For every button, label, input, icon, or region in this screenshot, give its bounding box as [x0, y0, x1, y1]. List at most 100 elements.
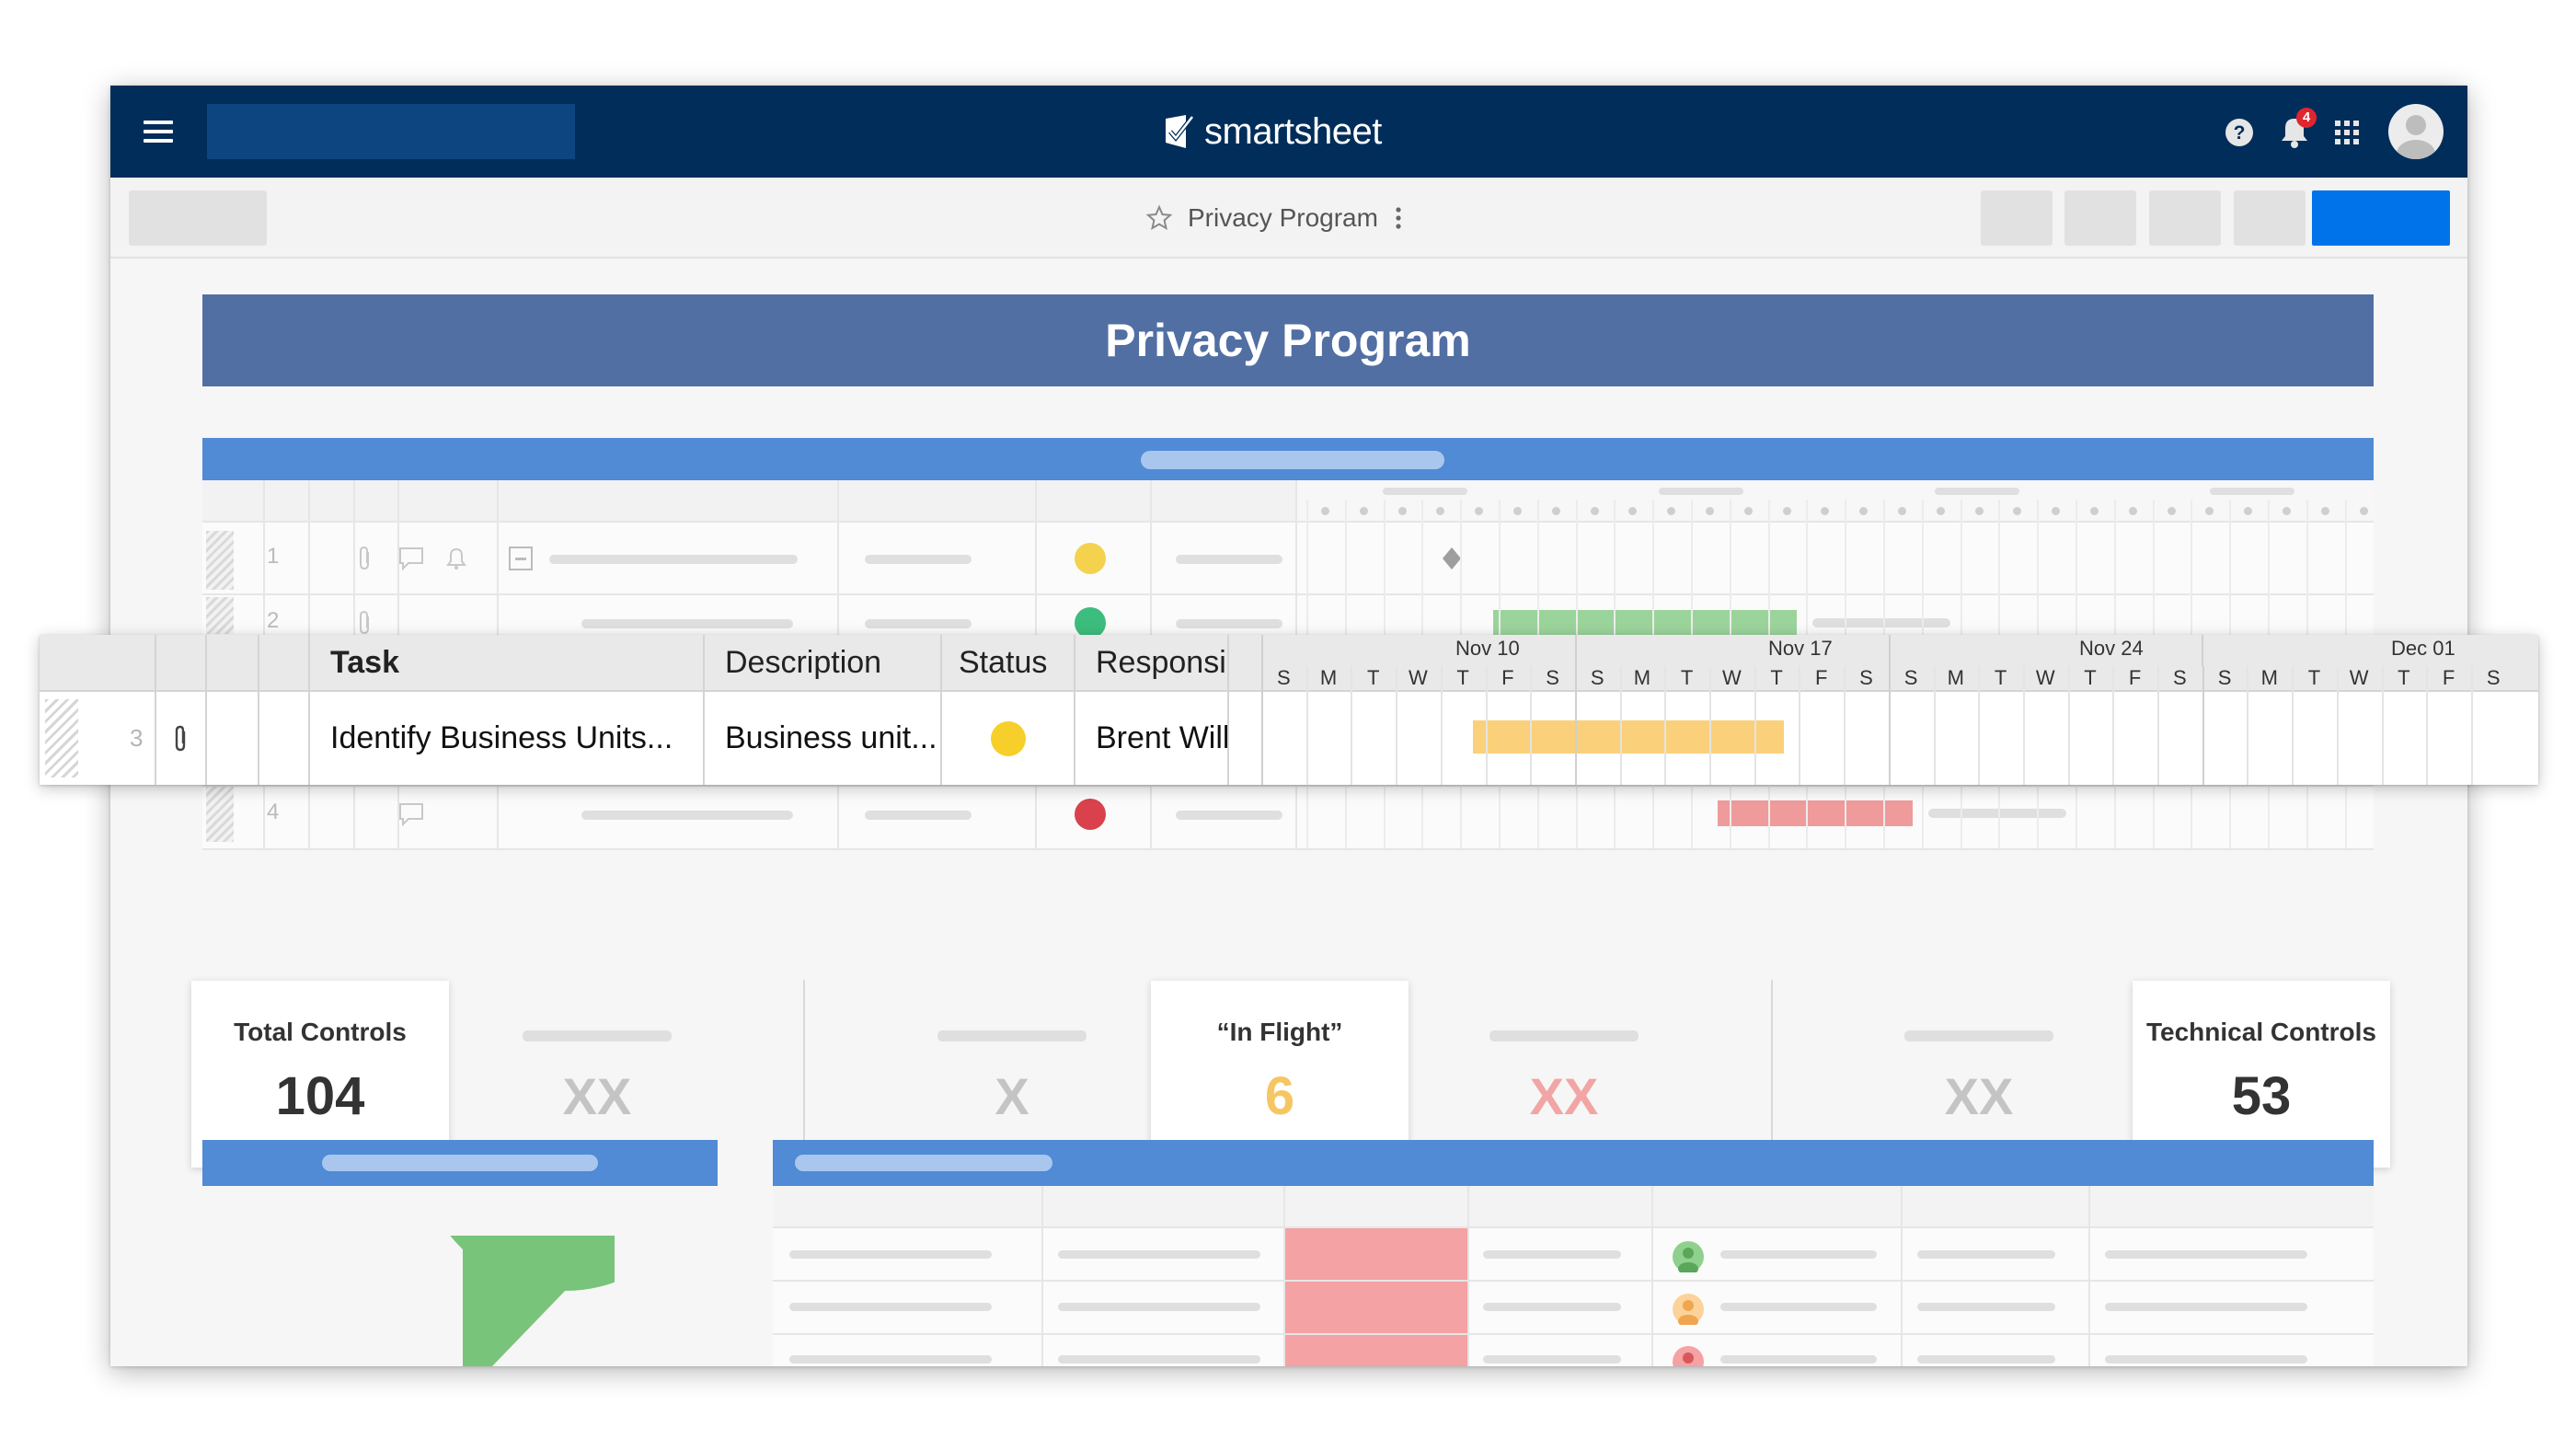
gantt-day-dot: [1975, 507, 1984, 515]
column-header-status[interactable]: Status: [942, 635, 1075, 692]
notification-count-badge: 4: [2296, 108, 2317, 128]
gantt-week-divider: [2202, 635, 2203, 666]
gantt-day-dot: [1591, 507, 1599, 515]
gantt-day-dot: [2321, 507, 2329, 515]
gantt-day-line: [2157, 666, 2159, 785]
row-drag-handle[interactable]: [206, 785, 234, 842]
comment-icon[interactable]: [397, 546, 425, 571]
row-drag-handle[interactable]: [206, 597, 234, 634]
gantt-day-label: T: [1680, 666, 1694, 689]
gantt-week-label: Nov 10: [1455, 637, 1520, 660]
reminder-bell-icon[interactable]: [443, 546, 469, 571]
report-cell-placeholder: [1720, 1303, 1877, 1311]
gantt-day-line: [1530, 666, 1532, 785]
collapse-row-icon[interactable]: [508, 546, 534, 571]
report-cell-placeholder: [789, 1355, 992, 1364]
gantt-day-dot: [1859, 507, 1868, 515]
comments-cell[interactable]: [207, 692, 259, 785]
description-cell[interactable]: Business unit...: [705, 692, 942, 785]
metric-label-placeholder: [1904, 1030, 2053, 1041]
user-avatar[interactable]: [2388, 104, 2444, 159]
attachment-icon[interactable]: [357, 610, 374, 636]
toolbar-back-button[interactable]: [129, 190, 267, 246]
gantt-week-label: Nov 17: [1768, 637, 1833, 660]
gantt-day-label: T: [1456, 666, 1469, 689]
gantt-day-label: W: [1721, 666, 1742, 689]
gantt-week-divider: [1261, 635, 1263, 666]
app-launcher-grid-icon[interactable]: [2333, 119, 2361, 146]
toolbar: Privacy Program: [110, 178, 2467, 259]
week-placeholder-2: [1659, 488, 1743, 495]
toolbar-button-2[interactable]: [2064, 190, 2136, 246]
gantt-day-line: [2247, 666, 2248, 785]
gantt-day-label: T: [2307, 666, 2321, 689]
attachment-icon[interactable]: [172, 724, 190, 754]
row-drag-handle[interactable]: [206, 531, 234, 590]
notifications-button[interactable]: 4: [2274, 108, 2317, 152]
gantt-day-dot: [1513, 507, 1522, 515]
row-number: 2: [267, 608, 280, 633]
pie-slice-main: [450, 1236, 615, 1366]
metric-label: Total Controls: [234, 1018, 407, 1046]
indent-cell[interactable]: [259, 692, 310, 785]
week-placeholder-1: [1383, 488, 1467, 495]
attachments-cell[interactable]: [156, 692, 207, 785]
gantt-day-label: F: [1815, 666, 1828, 689]
report-header-row: [773, 1186, 2374, 1226]
report-cell-placeholder: [1917, 1355, 2055, 1364]
gantt-day-label: S: [1859, 666, 1873, 689]
help-icon[interactable]: ?: [2224, 117, 2255, 148]
gantt-day-label: T: [2398, 666, 2410, 689]
column-header-responsible[interactable]: Responsi: [1075, 635, 1229, 692]
gantt-day-line: [1351, 666, 1352, 785]
toolbar-button-3[interactable]: [2149, 190, 2221, 246]
week-placeholder-3: [1935, 488, 2019, 495]
hamburger-menu-icon[interactable]: [142, 115, 175, 148]
metric-label-placeholder: [1489, 1030, 1639, 1041]
gantt-day-line: [1664, 666, 1666, 785]
gantt-day-label: M: [1947, 666, 1964, 689]
gantt-day-dot: [2013, 507, 2021, 515]
comment-icon[interactable]: [397, 801, 425, 827]
metric-label: Technical Controls: [2146, 1018, 2376, 1046]
gantt-day-line: [1844, 666, 1846, 785]
responsible-cell[interactable]: Brent Will: [1075, 692, 1229, 785]
gantt-day-label: F: [1501, 666, 1514, 689]
highlighted-task-row[interactable]: Task Description Status Responsi 3 Ident…: [40, 635, 2538, 785]
gantt-week-divider: [1889, 635, 1891, 666]
row-drag-handle[interactable]: [45, 699, 78, 777]
toolbar-button-1[interactable]: [1981, 190, 2053, 246]
column-header-description[interactable]: Description: [705, 635, 942, 692]
more-options-icon[interactable]: [1389, 204, 1408, 232]
metric-placeholder-value: X: [995, 1067, 1029, 1125]
smartsheet-logo[interactable]: smartsheet: [1164, 106, 1382, 157]
gantt-day-label: S: [2217, 666, 2232, 689]
assignee-placeholder: [1176, 619, 1282, 628]
metric-value: 6: [1264, 1066, 1295, 1126]
gantt-day-dot: [1898, 507, 1906, 515]
metric-label: “In Flight”: [1216, 1018, 1343, 1046]
description-placeholder: [865, 555, 972, 564]
gantt-day-dot: [1321, 507, 1329, 515]
report-column-line: [1283, 1186, 1285, 1366]
gantt-day-label: M: [2260, 666, 2278, 689]
toolbar-button-4[interactable]: [2234, 190, 2306, 246]
assignee-placeholder: [1176, 811, 1282, 820]
attachment-icon[interactable]: [357, 546, 374, 571]
report-cell-placeholder: [1720, 1355, 1877, 1364]
column-header-task[interactable]: Task: [310, 635, 705, 692]
gantt-day-label: S: [1590, 666, 1604, 689]
task-cell[interactable]: Identify Business Units...: [310, 692, 705, 785]
report-cell-placeholder: [1917, 1250, 2055, 1259]
status-cell[interactable]: [942, 692, 1075, 785]
favorite-star-icon[interactable]: [1145, 204, 1173, 232]
gantt-day-line: [2337, 666, 2339, 785]
gantt-day-dot: [1706, 507, 1714, 515]
share-button[interactable]: [2312, 190, 2450, 246]
gantt-bar-in-progress[interactable]: [1473, 720, 1784, 754]
sheet-title-field[interactable]: [207, 104, 575, 159]
gantt-day-line: [1889, 666, 1891, 785]
pie-chart: [450, 1236, 615, 1366]
report-row-line: [773, 1280, 2374, 1282]
gantt-day-dot: [1360, 507, 1368, 515]
